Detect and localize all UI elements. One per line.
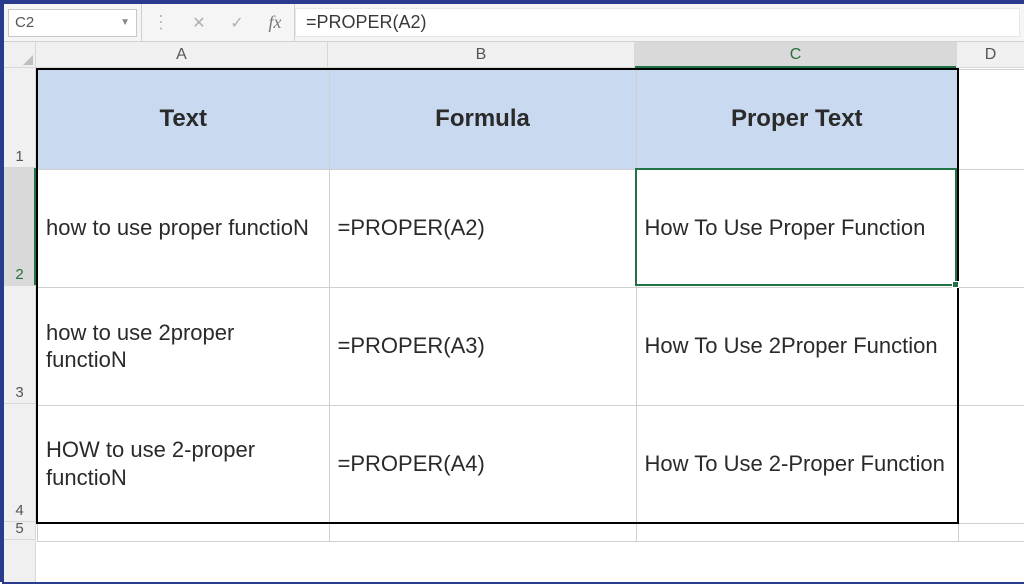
header-cell-text[interactable]: Text bbox=[37, 69, 329, 169]
name-box-value: C2 bbox=[15, 14, 34, 31]
column-header-D[interactable]: D bbox=[957, 42, 1024, 67]
row-header-3[interactable]: 3 bbox=[4, 286, 35, 404]
cell[interactable] bbox=[958, 523, 1024, 541]
cell[interactable]: How To Use Proper Function bbox=[636, 169, 958, 287]
row-header-2[interactable]: 2 bbox=[4, 168, 35, 286]
formula-input-value: =PROPER(A2) bbox=[306, 12, 427, 33]
name-box[interactable]: C2 ▼ bbox=[8, 9, 137, 37]
column-header-C[interactable]: C bbox=[635, 42, 957, 67]
table-row bbox=[37, 523, 1024, 541]
fx-icon[interactable]: fx bbox=[262, 9, 288, 37]
cell-table: Text Formula Proper Text how to use prop… bbox=[36, 68, 1024, 542]
cell[interactable]: How To Use 2Proper Function bbox=[636, 287, 958, 405]
more-icon[interactable]: ⋮ bbox=[148, 9, 174, 37]
cell[interactable] bbox=[958, 169, 1024, 287]
table-row: how to use proper functioN =PROPER(A2) H… bbox=[37, 169, 1024, 287]
cell[interactable]: =PROPER(A2) bbox=[329, 169, 636, 287]
name-box-container: C2 ▼ bbox=[4, 4, 142, 41]
cell[interactable]: HOW to use 2-proper functioN bbox=[37, 405, 329, 523]
column-headers: ABCD bbox=[36, 42, 1024, 68]
cell[interactable] bbox=[636, 523, 958, 541]
cell[interactable] bbox=[958, 287, 1024, 405]
formula-bar: C2 ▼ ⋮ ✕ ✓ fx =PROPER(A2) bbox=[4, 4, 1024, 42]
row-headers: 12345 bbox=[4, 68, 36, 582]
column-header-B[interactable]: B bbox=[328, 42, 635, 67]
cell[interactable] bbox=[329, 523, 636, 541]
cancel-icon[interactable]: ✕ bbox=[186, 9, 212, 37]
cell[interactable]: =PROPER(A3) bbox=[329, 287, 636, 405]
cell[interactable] bbox=[37, 523, 329, 541]
cell[interactable] bbox=[958, 405, 1024, 523]
cell[interactable]: how to use proper functioN bbox=[37, 169, 329, 287]
row-header-5[interactable]: 5 bbox=[4, 522, 35, 540]
grid: ABCD 12345 Text Formula Proper Text how … bbox=[4, 42, 1024, 582]
header-cell-formula[interactable]: Formula bbox=[329, 69, 636, 169]
chevron-down-icon[interactable]: ▼ bbox=[120, 17, 130, 28]
cells-area: Text Formula Proper Text how to use prop… bbox=[36, 68, 1024, 582]
formula-bar-buttons: ⋮ ✕ ✓ fx bbox=[142, 4, 295, 41]
header-cell-proper[interactable]: Proper Text bbox=[636, 69, 958, 169]
table-row: HOW to use 2-proper functioN =PROPER(A4)… bbox=[37, 405, 1024, 523]
table-row: Text Formula Proper Text bbox=[37, 69, 1024, 169]
enter-icon[interactable]: ✓ bbox=[224, 9, 250, 37]
table-row: how to use 2proper functioN =PROPER(A3) … bbox=[37, 287, 1024, 405]
select-all-corner[interactable] bbox=[4, 42, 36, 68]
cell[interactable] bbox=[958, 69, 1024, 169]
excel-window: C2 ▼ ⋮ ✕ ✓ fx =PROPER(A2) ABCD 12345 Tex… bbox=[4, 4, 1024, 582]
cell[interactable]: How To Use 2-Proper Function bbox=[636, 405, 958, 523]
formula-input[interactable]: =PROPER(A2) bbox=[295, 8, 1020, 37]
column-header-A[interactable]: A bbox=[36, 42, 328, 67]
cell[interactable]: =PROPER(A4) bbox=[329, 405, 636, 523]
cell[interactable]: how to use 2proper functioN bbox=[37, 287, 329, 405]
row-header-1[interactable]: 1 bbox=[4, 68, 35, 168]
row-header-4[interactable]: 4 bbox=[4, 404, 35, 522]
